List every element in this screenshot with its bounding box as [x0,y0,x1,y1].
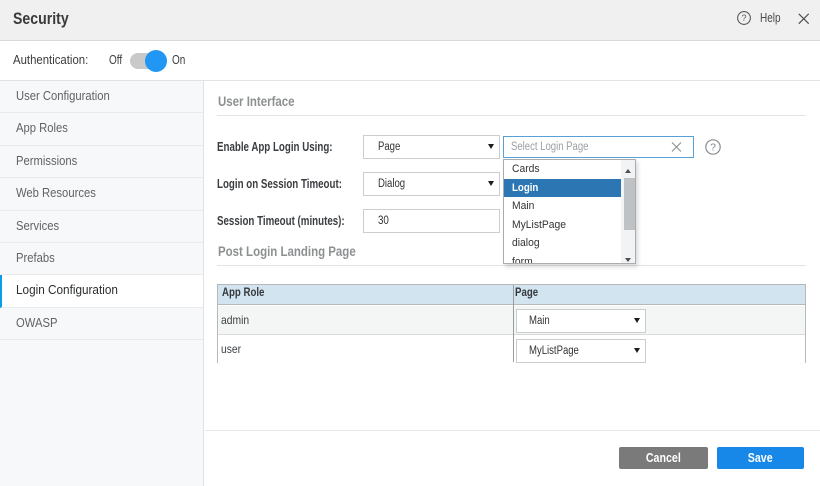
svg-text:?: ? [741,13,746,23]
svg-text:?: ? [710,141,716,153]
